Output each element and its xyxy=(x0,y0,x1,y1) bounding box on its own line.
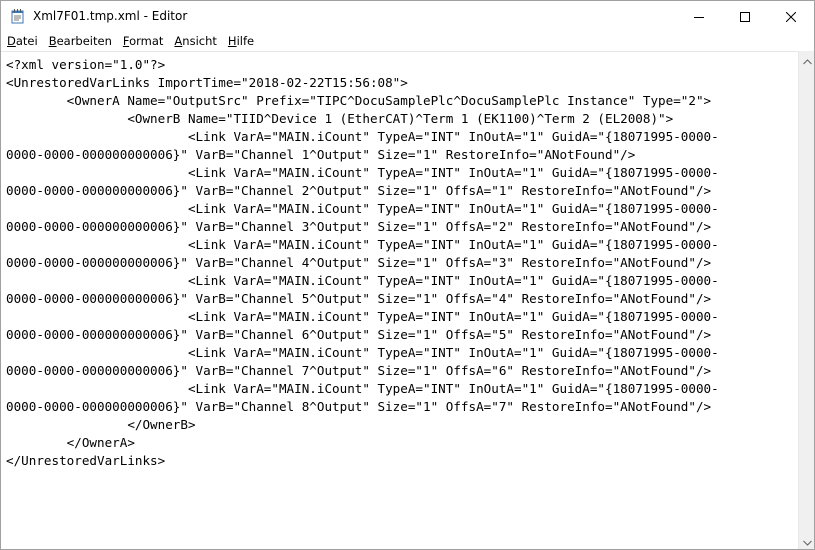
vertical-scrollbar[interactable] xyxy=(798,51,814,549)
text-line: 0000-0000-000000000006}" VarB="Channel 3… xyxy=(6,219,712,234)
text-editor-area[interactable]: <?xml version="1.0"?> <UnrestoredVarLinks… xyxy=(1,51,798,549)
menu-accel: H xyxy=(227,34,237,48)
close-icon xyxy=(785,7,797,26)
text-line: <Link VarA="MAIN.iCount" TypeA="INT" InO… xyxy=(6,165,719,180)
menu-ansicht[interactable]: Ansicht xyxy=(168,32,221,51)
text-line: 0000-0000-000000000006}" VarB="Channel 2… xyxy=(6,183,712,198)
title-bar[interactable]: Xml7F01.tmp.xml - Editor xyxy=(1,1,814,32)
menu-label: nsicht xyxy=(182,34,217,48)
text-line: <Link VarA="MAIN.iCount" TypeA="INT" InO… xyxy=(6,345,719,360)
text-line: 0000-0000-000000000006}" VarB="Channel 1… xyxy=(6,147,636,162)
scroll-up-arrow-icon xyxy=(802,50,812,69)
menu-accel: B xyxy=(48,34,57,48)
scroll-down-button[interactable] xyxy=(799,532,815,549)
menu-bar: Datei Bearbeiten Format Ansicht Hilfe xyxy=(1,32,814,51)
text-line: <Link VarA="MAIN.iCount" TypeA="INT" InO… xyxy=(6,201,719,216)
close-button[interactable] xyxy=(768,1,814,32)
menu-label: atei xyxy=(15,34,38,48)
text-line: 0000-0000-000000000006}" VarB="Channel 5… xyxy=(6,291,712,306)
menu-accel: D xyxy=(7,34,16,48)
menu-datei[interactable]: Datei xyxy=(1,32,43,51)
minimize-button[interactable] xyxy=(676,1,722,32)
menu-bearbeiten[interactable]: Bearbeiten xyxy=(43,32,117,51)
text-line: <OwnerB Name="TIID^Device 1 (EtherCAT)^T… xyxy=(6,111,674,126)
text-line: 0000-0000-000000000006}" VarB="Channel 6… xyxy=(6,327,712,342)
text-line: <UnrestoredVarLinks ImportTime="2018-02-… xyxy=(6,75,408,90)
text-line: 0000-0000-000000000006}" VarB="Channel 8… xyxy=(6,399,712,414)
menu-label: ilfe xyxy=(236,34,255,48)
text-line: <Link VarA="MAIN.iCount" TypeA="INT" InO… xyxy=(6,381,719,396)
text-line: 0000-0000-000000000006}" VarB="Channel 4… xyxy=(6,255,712,270)
menu-label: ormat xyxy=(129,34,164,48)
text-line: <?xml version="1.0"?> xyxy=(6,57,166,72)
text-line: 0000-0000-000000000006}" VarB="Channel 7… xyxy=(6,363,712,378)
text-line: <Link VarA="MAIN.iCount" TypeA="INT" InO… xyxy=(6,273,719,288)
maximize-button[interactable] xyxy=(722,1,768,32)
menu-hilfe[interactable]: Hilfe xyxy=(222,32,259,51)
window-title: Xml7F01.tmp.xml - Editor xyxy=(33,9,188,23)
text-line: </OwnerB> xyxy=(6,417,196,432)
text-line: <OwnerA Name="OutputSrc" Prefix="TIPC^Do… xyxy=(6,93,712,108)
text-line: <Link VarA="MAIN.iCount" TypeA="INT" InO… xyxy=(6,129,719,144)
scroll-up-button[interactable] xyxy=(799,51,815,68)
menu-format[interactable]: Format xyxy=(117,32,169,51)
text-line: <Link VarA="MAIN.iCount" TypeA="INT" InO… xyxy=(6,309,719,324)
notepad-icon[interactable] xyxy=(10,9,26,24)
text-line: <Link VarA="MAIN.iCount" TypeA="INT" InO… xyxy=(6,237,719,252)
menu-label: earbeiten xyxy=(56,34,112,48)
document-text[interactable]: <?xml version="1.0"?> <UnrestoredVarLinks… xyxy=(1,52,798,470)
editor-window: Xml7F01.tmp.xml - Editor Datei Bearbeite… xyxy=(0,0,815,550)
scroll-down-arrow-icon xyxy=(802,531,812,550)
maximize-icon xyxy=(740,7,750,26)
minimize-icon xyxy=(694,7,704,26)
text-line: </UnrestoredVarLinks> xyxy=(6,453,166,468)
text-line: </OwnerA> xyxy=(6,435,135,450)
